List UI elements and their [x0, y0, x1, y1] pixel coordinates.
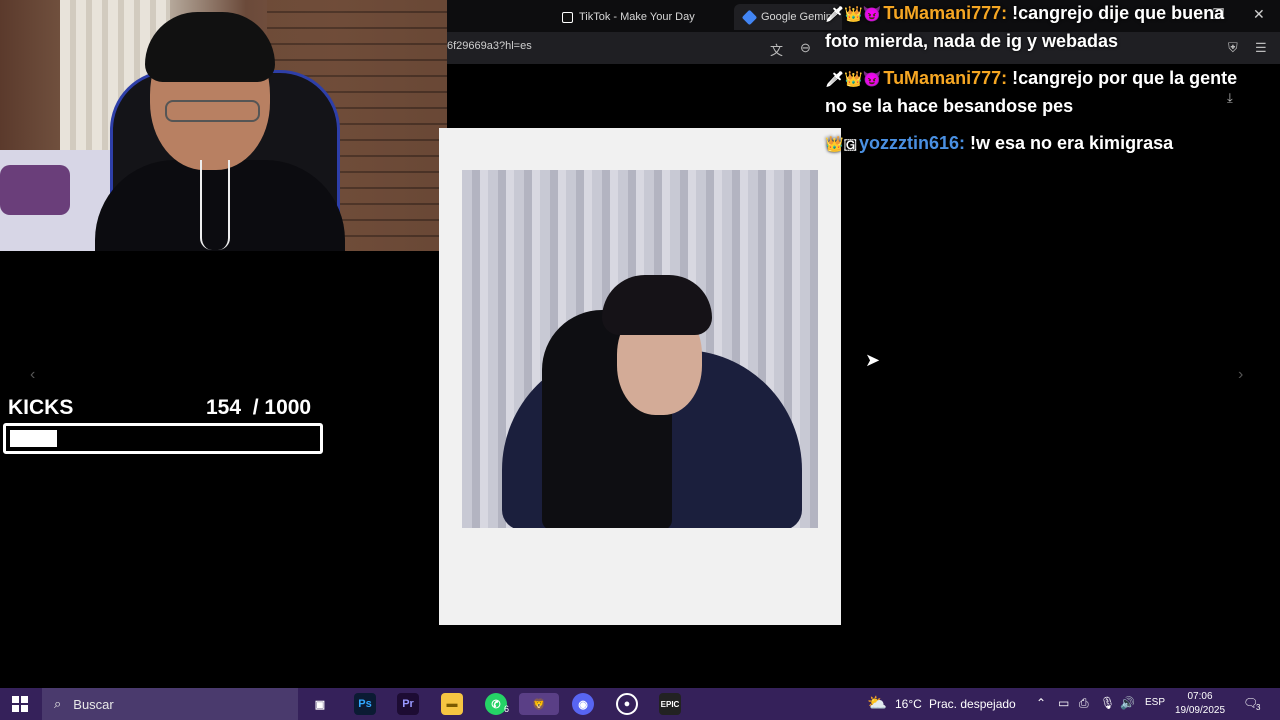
clock[interactable]: 07:06 19/09/2025	[1170, 690, 1230, 718]
language-indicator[interactable]: ESP	[1145, 697, 1165, 708]
translate-icon[interactable]: 文	[770, 40, 783, 59]
weather-desc[interactable]: Prac. despejado	[929, 697, 1016, 711]
discord-icon[interactable]: ◉	[572, 693, 594, 715]
monitor-icon[interactable]: ▭	[1058, 696, 1069, 710]
task-view-icon[interactable]: ▣	[309, 693, 331, 715]
kicks-goal: / 1000	[252, 396, 312, 419]
zoom-icon[interactable]: ⊖	[800, 40, 811, 56]
obs-icon[interactable]: ●	[616, 693, 638, 715]
photo-hair	[602, 275, 712, 335]
gemini-icon	[741, 9, 758, 25]
chat-username: TuMamani777:	[883, 68, 1008, 88]
weather-temp[interactable]: 16°C	[895, 697, 922, 711]
tab-label: TikTok - Make Your Day	[579, 11, 695, 23]
clock-date: 19/09/2025	[1174, 705, 1226, 716]
photoshop-icon[interactable]: Ps	[354, 693, 376, 715]
kicks-count: 154 / 1000	[206, 396, 311, 420]
search-icon: ⌕	[54, 696, 62, 711]
glasses	[165, 100, 260, 122]
taskbar: ⌕ Buscar ▣ Ps Pr ▬ ✆ 6 🦁 ◉ ● EPIC ⛅ 16°C…	[0, 688, 1280, 720]
weather-icon: ⛅	[867, 695, 887, 712]
clock-time: 07:06	[1187, 691, 1213, 702]
chevron-up-icon[interactable]: ⌃	[1036, 696, 1046, 710]
volume-icon[interactable]: 🔊	[1120, 696, 1135, 710]
chat-text: !w esa no era kimigrasa	[970, 133, 1174, 153]
chat-badges: 🗡👑😈	[825, 6, 882, 23]
next-arrow-icon[interactable]: ›	[1238, 366, 1243, 384]
notification-badge: 3	[1256, 703, 1261, 712]
chat-message: 🗡👑😈 TuMamani777: !cangrejo dije que buena…	[825, 0, 1245, 55]
prev-arrow-icon[interactable]: ‹	[30, 366, 35, 384]
taskbar-search[interactable]: ⌕ Buscar	[42, 688, 298, 720]
chat-badges: 🗡👑😈	[825, 71, 882, 88]
camera-icon[interactable]: ⎙	[1079, 696, 1089, 711]
chat-message: 🗡👑😈 TuMamani777: !cangrejo por que la gen…	[825, 65, 1245, 120]
kicks-current: 154	[206, 396, 242, 419]
chat-username: yozzztin616:	[858, 133, 965, 153]
tiktok-icon	[562, 11, 573, 23]
polaroid-photo	[462, 170, 818, 528]
blanket	[0, 165, 70, 215]
kicks-label: KICKS	[8, 396, 74, 419]
chat-message: 👑🇬 yozzztin616: !w esa no era kimigrasa	[825, 130, 1245, 158]
file-explorer-icon[interactable]: ▬	[441, 693, 463, 715]
chat-username: TuMamani777:	[883, 3, 1008, 23]
url-text[interactable]: 6f29669a3?hl=es	[447, 40, 532, 52]
webcam-feed	[0, 0, 447, 251]
windows-start-icon[interactable]	[12, 696, 28, 712]
kicks-progress-bar	[3, 423, 323, 454]
close-window-icon[interactable]: ✕	[1253, 6, 1265, 23]
chat-badges: 👑🇬	[825, 136, 857, 153]
whatsapp-badge: 6	[504, 704, 510, 714]
premiere-icon[interactable]: Pr	[397, 693, 419, 715]
chat-overlay: 🗡👑😈 TuMamani777: !cangrejo dije que buena…	[825, 0, 1245, 168]
tab-tiktok[interactable]: TikTok - Make Your Day	[562, 6, 695, 28]
search-placeholder: Buscar	[73, 696, 114, 712]
epic-games-icon[interactable]: EPIC	[659, 693, 681, 715]
microphone-icon[interactable]: 🎙	[1100, 696, 1115, 710]
earphones	[200, 160, 230, 250]
menu-icon[interactable]: ☰	[1255, 40, 1267, 56]
mouse-cursor-icon: ➤	[865, 350, 881, 370]
tab-label: Google Gemin	[761, 11, 832, 23]
brave-icon[interactable]: 🦁	[519, 693, 559, 715]
kicks-progress-fill	[10, 430, 57, 447]
streamer-hair	[145, 12, 275, 82]
